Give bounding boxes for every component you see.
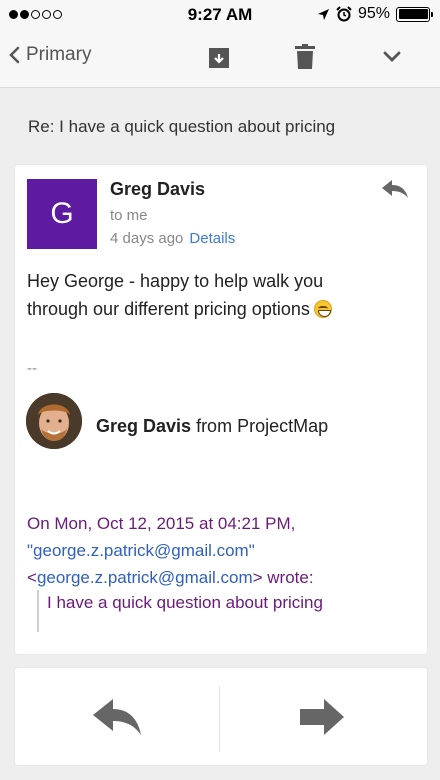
angle-email-link[interactable]: george.z.patrick@gmail.com [37, 568, 253, 587]
signature-name: Greg Davis from ProjectMap [96, 416, 328, 437]
chevron-down-icon [383, 51, 401, 62]
quoted-email-link[interactable]: "george.z.patrick@gmail.com" [27, 541, 255, 560]
reply-icon [93, 698, 141, 735]
email-subject: Re: I have a quick question about pricin… [28, 117, 336, 136]
quote-date-line: On Mon, Oct 12, 2015 at 04:21 PM, [27, 514, 296, 533]
back-label: Primary [26, 44, 92, 65]
signature-photo [26, 393, 82, 449]
sender-name: Greg Davis [110, 179, 206, 199]
grinning-emoji-icon [313, 300, 332, 318]
sender-avatar: G [27, 179, 97, 249]
location-arrow-icon [317, 8, 329, 20]
reply-icon [382, 180, 408, 198]
forward-action-button[interactable] [220, 668, 424, 765]
more-button[interactable] [382, 50, 402, 69]
archive-icon [209, 48, 229, 68]
recipient-line: to me [110, 207, 148, 224]
message-card: G Greg Davis to me 4 days ago Details Hey… [15, 165, 427, 654]
status-right: 95% [317, 5, 433, 23]
details-link[interactable]: Details [189, 230, 235, 247]
toolbar: Primary [0, 30, 440, 88]
quoted-text: I have a quick question about pricing [47, 593, 323, 612]
reply-action-button[interactable] [15, 668, 219, 765]
battery-icon [396, 6, 433, 22]
delete-button[interactable] [294, 44, 316, 75]
body-line-2: through our different pricing options [27, 299, 310, 319]
quote-bar [37, 590, 39, 632]
archive-button[interactable] [206, 44, 232, 75]
alarm-clock-icon [336, 6, 352, 22]
signature-sender: Greg Davis [96, 416, 192, 436]
trash-icon [295, 44, 315, 69]
angle-open: < [27, 568, 37, 587]
signature-company: from ProjectMap [196, 416, 329, 436]
message-date: 4 days ago [110, 230, 184, 247]
wrote-label: > wrote: [252, 568, 314, 587]
back-chevron-icon [9, 46, 20, 64]
battery-percent: 95% [357, 5, 390, 22]
signature-separator: -- [27, 360, 37, 377]
forward-arrow-icon [300, 698, 344, 735]
status-bar: 9:27 AM 95% [0, 0, 440, 30]
action-bar [15, 668, 427, 765]
body-line-1: Hey George - happy to help walk you [27, 271, 324, 291]
quote-header: On Mon, Oct 12, 2015 at 04:21 PM, "georg… [27, 510, 417, 591]
reply-button[interactable] [381, 179, 409, 204]
date-line: 4 days ago Details [110, 230, 235, 247]
back-button[interactable]: Primary [8, 44, 91, 66]
message-body: Hey George - happy to help walk you thro… [27, 267, 397, 323]
